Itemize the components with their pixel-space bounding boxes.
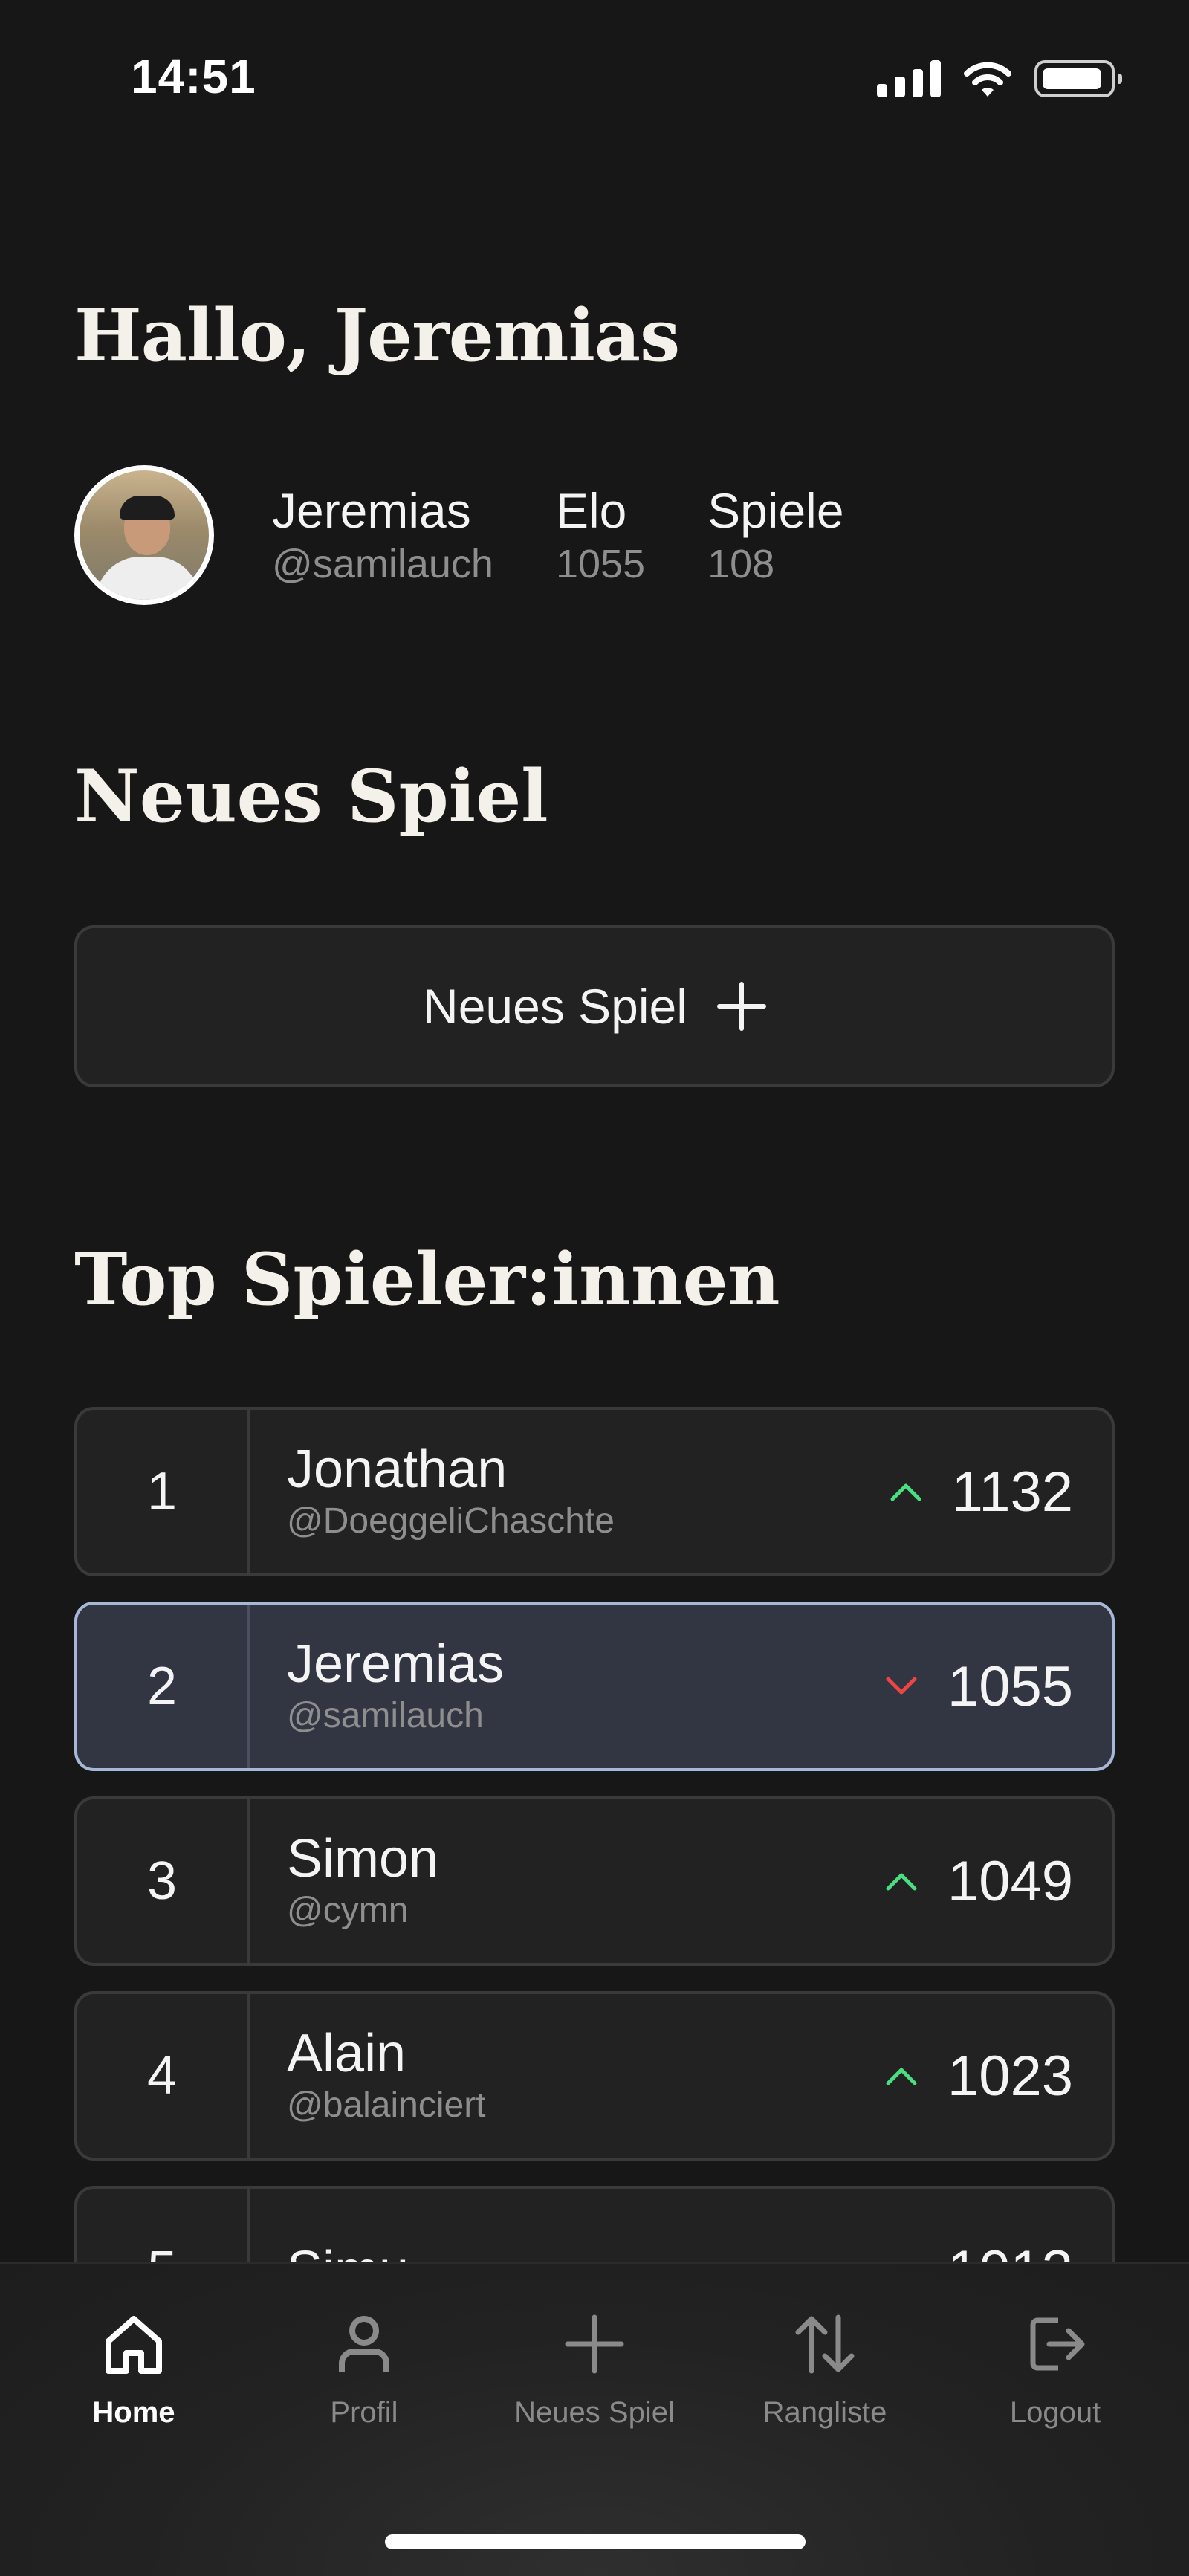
- player-handle: @balainciert: [287, 2085, 486, 2125]
- player-handle: @samilauch: [287, 1696, 484, 1735]
- player-info: Simon @cymn: [250, 1799, 885, 1963]
- rank-number: 4: [77, 1994, 250, 2158]
- new-game-button-label: Neues Spiel: [423, 979, 687, 1034]
- swap-arrows-icon: [795, 2314, 855, 2374]
- player-elo: 1023: [947, 2044, 1073, 2108]
- leaderboard-row[interactable]: 1 Jonathan @DoeggeliChaschte 1132: [74, 1407, 1115, 1576]
- score-block: 1023: [885, 1994, 1112, 2158]
- nav-label-logout: Logout: [1009, 2396, 1101, 2429]
- status-icons: [877, 59, 1122, 98]
- player-name: Alain: [287, 2024, 406, 2083]
- nav-label-profil: Profil: [330, 2396, 398, 2429]
- nav-label-rangliste: Rangliste: [762, 2396, 887, 2429]
- player-handle: @cymn: [287, 1891, 409, 1930]
- score-block: 1055: [885, 1605, 1112, 1768]
- nav-logout[interactable]: Logout: [944, 2308, 1167, 2430]
- status-bar: 14:51: [0, 0, 1189, 156]
- player-name: Jeremias: [287, 1634, 505, 1694]
- avatar[interactable]: [74, 465, 214, 605]
- new-game-heading: Neues Spiel: [74, 754, 548, 838]
- player-elo: 1013: [947, 2239, 1073, 2262]
- player-name: Jonathan: [287, 1440, 508, 1499]
- wifi-icon: [964, 62, 1011, 97]
- plus-icon: [716, 982, 766, 1031]
- plus-icon: [565, 2314, 624, 2374]
- logout-icon: [1030, 2317, 1085, 2371]
- top-players-heading: Top Spieler:innen: [74, 1237, 780, 1321]
- player-name: Simon: [287, 1829, 439, 1889]
- nav-rangliste[interactable]: Rangliste: [713, 2308, 936, 2430]
- leaderboard-row[interactable]: 2 Jeremias @samilauch 1055: [74, 1602, 1115, 1771]
- player-info: Jonathan @DoeggeliChaschte: [250, 1410, 890, 1573]
- nav-label-new-game: Neues Spiel: [514, 2396, 675, 2429]
- score-block: 1049: [885, 1799, 1112, 1963]
- elo-value: 1055: [555, 542, 646, 586]
- status-time: 14:51: [131, 50, 256, 103]
- new-game-button[interactable]: Neues Spiel: [74, 925, 1115, 1087]
- nav-new-game[interactable]: Neues Spiel: [483, 2308, 706, 2430]
- leaderboard-row[interactable]: 5 Simu 1013: [74, 2186, 1115, 2262]
- player-info: Alain @balainciert: [250, 1994, 885, 2158]
- rank-number: 5: [77, 2189, 250, 2262]
- player-handle: @DoeggeliChaschte: [287, 1501, 615, 1541]
- trend-up-icon: [886, 2068, 917, 2085]
- profile-handle: @samilauch: [272, 542, 493, 586]
- elo-stat: Elo 1055: [556, 482, 645, 589]
- player-name: Simu: [287, 2241, 885, 2262]
- cellular-signal-icon: [877, 60, 941, 97]
- player-elo: 1049: [947, 1849, 1073, 1913]
- rank-number: 1: [77, 1410, 250, 1573]
- player-elo: 1055: [947, 1654, 1073, 1718]
- nav-home[interactable]: Home: [22, 2308, 245, 2430]
- nav-label-home: Home: [92, 2396, 175, 2429]
- nav-profil[interactable]: Profil: [253, 2308, 476, 2430]
- player-info: Simu: [250, 2189, 885, 2262]
- leaderboard-list[interactable]: 1 Jonathan @DoeggeliChaschte 1132 2 Jeremias @…: [74, 1407, 1115, 2262]
- profile-summary: Jeremias @samilauch Elo 1055 Spiele 108: [74, 461, 844, 609]
- profile-name: Jeremias: [272, 483, 471, 538]
- battery-icon: [1034, 60, 1122, 97]
- games-label: Spiele: [707, 483, 844, 538]
- leaderboard-row[interactable]: 3 Simon @cymn 1049: [74, 1796, 1115, 1966]
- leaderboard-row[interactable]: 4 Alain @balainciert 1023: [74, 1991, 1115, 2161]
- games-value: 108: [707, 542, 775, 586]
- player-elo: 1132: [951, 1460, 1073, 1524]
- trend-down-icon: [886, 1677, 917, 1695]
- games-stat: Spiele 108: [707, 482, 843, 589]
- person-icon: [339, 2316, 389, 2372]
- home-indicator[interactable]: [385, 2534, 806, 2549]
- home-icon: [106, 2316, 162, 2374]
- rank-number: 2: [77, 1605, 250, 1768]
- trend-up-icon: [886, 1873, 917, 1891]
- elo-label: Elo: [555, 483, 627, 538]
- bottom-nav: Home Profil Neues Spiel Rangliste Logout: [0, 2262, 1189, 2576]
- rank-number: 3: [77, 1799, 250, 1963]
- score-block: 1013: [885, 2189, 1112, 2262]
- trend-up-icon: [890, 1483, 921, 1501]
- player-info: Jeremias @samilauch: [250, 1605, 885, 1768]
- score-block: 1132: [890, 1410, 1112, 1573]
- profile-name-block: Jeremias @samilauch: [272, 482, 493, 589]
- greeting-title: Hallo, Jeremias: [74, 294, 680, 378]
